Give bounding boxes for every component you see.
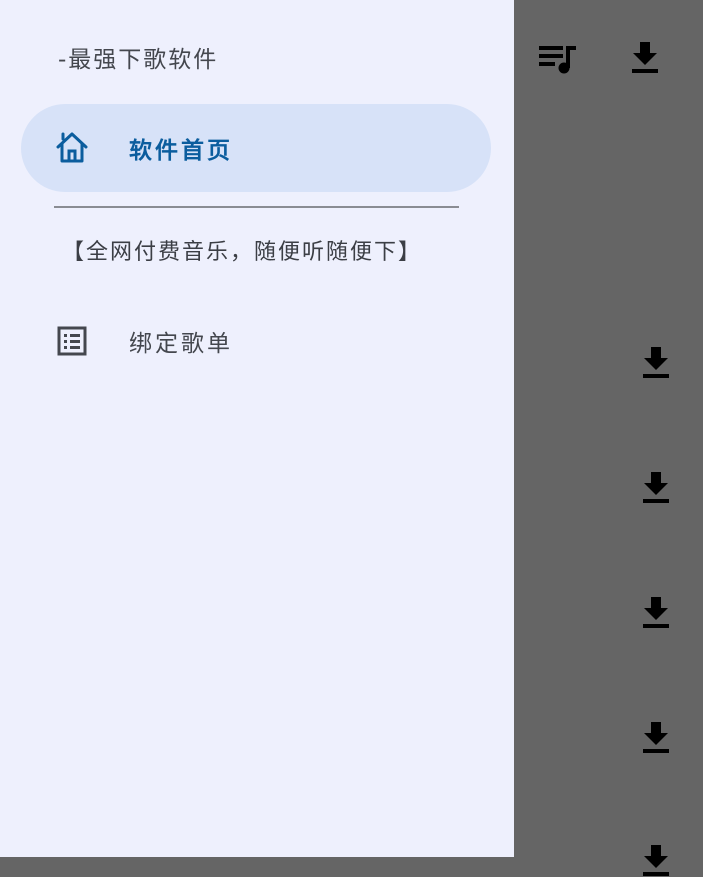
download-icon[interactable] <box>631 42 659 74</box>
section-label: 【全网付费音乐，随便听随便下】 <box>62 240 423 265</box>
home-icon <box>54 130 90 166</box>
nav-item-bind-playlist-label: 绑定歌单 <box>129 331 233 357</box>
nav-item-home[interactable]: 软件首页 <box>21 104 491 192</box>
drawer-header-title: -最强下歌软件 <box>58 47 219 73</box>
list-icon <box>54 323 90 359</box>
nav-item-bind-playlist[interactable]: 绑定歌单 <box>21 297 491 385</box>
download-icon[interactable] <box>642 722 670 754</box>
playlist-music-icon[interactable] <box>539 44 577 74</box>
nav-item-home-label: 软件首页 <box>129 138 233 164</box>
download-icon[interactable] <box>642 597 670 629</box>
download-icon[interactable] <box>642 845 670 877</box>
download-icon[interactable] <box>642 472 670 504</box>
navigation-drawer: -最强下歌软件 软件首页 【全网付费音乐，随便听随便下】 绑定歌单 <box>0 0 514 857</box>
drawer-divider <box>54 206 459 208</box>
download-icon[interactable] <box>642 347 670 379</box>
